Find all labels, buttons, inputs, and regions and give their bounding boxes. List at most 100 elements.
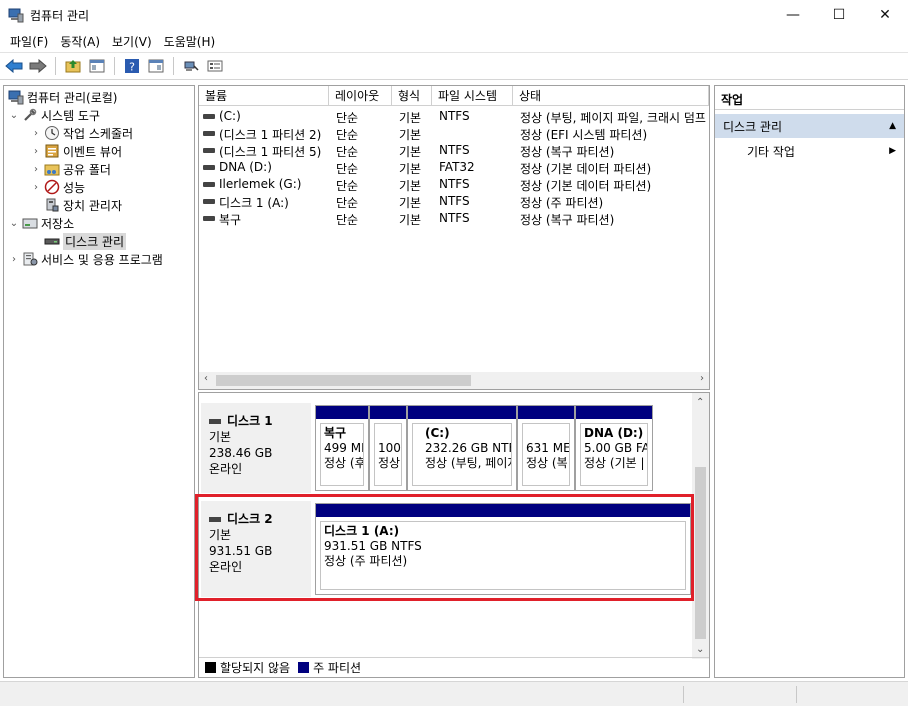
disk-1-label[interactable]: 디스크 1 기본 238.46 GB 온라인 [201, 403, 311, 493]
show-hide-action-pane-button[interactable] [146, 56, 166, 76]
tree-item-performance[interactable]: › 성능 [30, 178, 85, 196]
cell-status: 정상 (복구 파티션) [520, 213, 615, 227]
scroll-down-icon[interactable]: ⌄ [696, 644, 704, 655]
tree-item-event-viewer[interactable]: › 이벤트 뷰어 [30, 142, 122, 160]
partition-recovery[interactable]: 복구 499 MI 정상 (후 [315, 405, 369, 491]
connect-button[interactable] [181, 56, 201, 76]
menu-help[interactable]: 도움말(H) [158, 33, 222, 50]
table-row[interactable]: 복구 단순 기본 NTFS 정상 (복구 파티션) [199, 210, 709, 227]
tree-item-label: 공유 폴더 [63, 162, 111, 177]
folder-up-icon [65, 60, 81, 73]
properties-button[interactable] [205, 56, 225, 76]
cell-layout: 단순 [336, 162, 359, 176]
actions-header: 작업 [715, 86, 904, 110]
chevron-down-icon[interactable]: ⌄ [8, 110, 20, 121]
chevron-right-icon[interactable]: › [30, 146, 42, 157]
scroll-left-icon[interactable]: ‹ [204, 373, 208, 384]
action-section-disk-management[interactable]: 디스크 관리 ▲ [715, 114, 904, 138]
column-header-type[interactable]: 형식 [392, 86, 432, 106]
tree-item-shared-folders[interactable]: › 공유 폴더 [30, 160, 111, 178]
table-row[interactable]: (디스크 1 파티션 5) 단순 기본 NTFS 정상 (복구 파티션) [199, 142, 709, 159]
cell-layout: 단순 [336, 213, 359, 227]
tree-item-computer-management[interactable]: 컴퓨터 관리(로컬) [6, 88, 117, 106]
action-more-actions[interactable]: 기타 작업 ▶ [715, 140, 904, 162]
column-header-volume[interactable]: 볼륨 [199, 86, 329, 106]
drive-icon [203, 182, 215, 187]
unallocated-swatch [205, 662, 216, 673]
column-header-layout[interactable]: 레이아웃 [329, 86, 392, 106]
primary-partition-bar [370, 406, 406, 419]
partition-dna-d[interactable]: DNA (D:)5.00 GB FAT정상 (기본 | [575, 405, 653, 491]
menu-view[interactable]: 보기(V) [106, 33, 158, 50]
partition-disk1-a[interactable]: 디스크 1 (A:) 931.51 GB NTFS 정상 (주 파티션) [315, 503, 691, 595]
tree-item-device-manager[interactable]: 장치 관리자 [42, 196, 122, 214]
table-row[interactable]: DNA (D:) 단순 기본 FAT32 정상 (기본 데이터 파티션) [199, 159, 709, 176]
menu-action[interactable]: 동작(A) [54, 33, 106, 50]
column-header-file-system[interactable]: 파일 시스템 [432, 86, 513, 106]
show-hide-console-tree-button[interactable] [87, 56, 107, 76]
help-icon: ? [125, 59, 139, 74]
up-folder-button[interactable] [63, 56, 83, 76]
cell-file-system: FAT32 [439, 160, 475, 174]
chevron-right-icon[interactable]: › [30, 128, 42, 139]
horizontal-scrollbar[interactable]: ‹ › [199, 372, 709, 389]
chevron-right-icon[interactable]: › [30, 164, 42, 175]
disk-type: 기본 [209, 528, 232, 542]
status-bar [0, 681, 908, 706]
table-row[interactable]: 디스크 1 (A:) 단순 기본 NTFS 정상 (주 파티션) [199, 193, 709, 210]
scrollbar-thumb[interactable] [216, 375, 471, 386]
table-row[interactable]: (디스크 1 파티션 2) 단순 기본 정상 (EFI 시스템 파티션) [199, 125, 709, 142]
menu-file[interactable]: 파일(F) [4, 33, 54, 50]
cell-status: 정상 (부팅, 페이지 파일, 크래시 덤프 [520, 111, 706, 125]
drive-icon [203, 216, 215, 221]
primary-partition-bar [316, 406, 368, 419]
collapse-up-icon[interactable]: ▲ [889, 121, 896, 131]
tree-item-system-tools[interactable]: ⌄ 시스템 도구 [8, 106, 100, 124]
properties-icon [207, 60, 223, 72]
disk-2-label[interactable]: 디스크 2 기본 931.51 GB 온라인 [201, 501, 311, 597]
cell-type: 기본 [399, 196, 422, 210]
tree-item-storage[interactable]: ⌄ 저장소 [8, 214, 74, 232]
scrollbar-thumb[interactable] [695, 467, 706, 639]
cell-status: 정상 (주 파티션) [520, 196, 604, 210]
action-item-label: 기타 작업 [747, 144, 795, 159]
computer-management-icon [8, 8, 24, 23]
forward-button[interactable] [28, 56, 48, 76]
help-button[interactable]: ? [122, 56, 142, 76]
tree-item-task-scheduler[interactable]: › 작업 스케줄러 [30, 124, 133, 142]
menu-bar: 파일(F) 동작(A) 보기(V) 도움말(H) [0, 30, 908, 52]
tree-item-services[interactable]: › 서비스 및 응용 프로그램 [8, 250, 163, 268]
scroll-right-icon[interactable]: › [700, 373, 704, 384]
arrow-left-icon [5, 59, 23, 73]
tree-item-label: 서비스 및 응용 프로그램 [41, 252, 163, 267]
shared-folder-icon [44, 164, 60, 176]
cell-file-system: NTFS [439, 143, 470, 157]
close-button[interactable]: ✕ [862, 0, 908, 30]
minimize-button[interactable]: — [770, 0, 816, 30]
maximize-button[interactable]: ☐ [816, 0, 862, 30]
partition-c[interactable]: (C:)232.26 GB NTFS정상 (부팅, 페이지 [407, 405, 517, 491]
table-row[interactable]: (C:) 단순 기본 NTFS 정상 (부팅, 페이지 파일, 크래시 덤프 [199, 108, 709, 125]
cell-file-system: NTFS [439, 109, 470, 123]
computer-management-icon [8, 90, 24, 105]
cell-volume: Ilerlemek (G:) [219, 177, 302, 191]
disk-name: 디스크 2 [209, 511, 311, 527]
disk-size: 931.51 GB [209, 544, 273, 558]
scroll-up-icon[interactable]: ⌃ [696, 397, 704, 408]
drive-icon [203, 131, 215, 136]
vertical-scrollbar[interactable]: ⌃ ⌄ [692, 393, 709, 659]
cell-status: 정상 (EFI 시스템 파티션) [520, 128, 648, 142]
chevron-right-icon[interactable]: › [8, 254, 20, 265]
back-button[interactable] [4, 56, 24, 76]
partition-efi[interactable]: 100 정상 [369, 405, 407, 491]
chevron-right-icon[interactable]: › [30, 182, 42, 193]
table-row[interactable]: Ilerlemek (G:) 단순 기본 NTFS 정상 (기본 데이터 파티션… [199, 176, 709, 193]
chevron-down-icon[interactable]: ⌄ [8, 218, 20, 229]
tree-item-label: 컴퓨터 관리(로컬) [27, 90, 118, 105]
column-header-status[interactable]: 상태 [513, 86, 709, 106]
partition-recovery-2[interactable]: 631 ME 정상 (복 [517, 405, 575, 491]
cell-status: 정상 (복구 파티션) [520, 145, 615, 159]
tree-item-disk-management[interactable]: 디스크 관리 [42, 232, 127, 250]
primary-partition-swatch [298, 662, 310, 673]
status-segment [683, 686, 684, 703]
